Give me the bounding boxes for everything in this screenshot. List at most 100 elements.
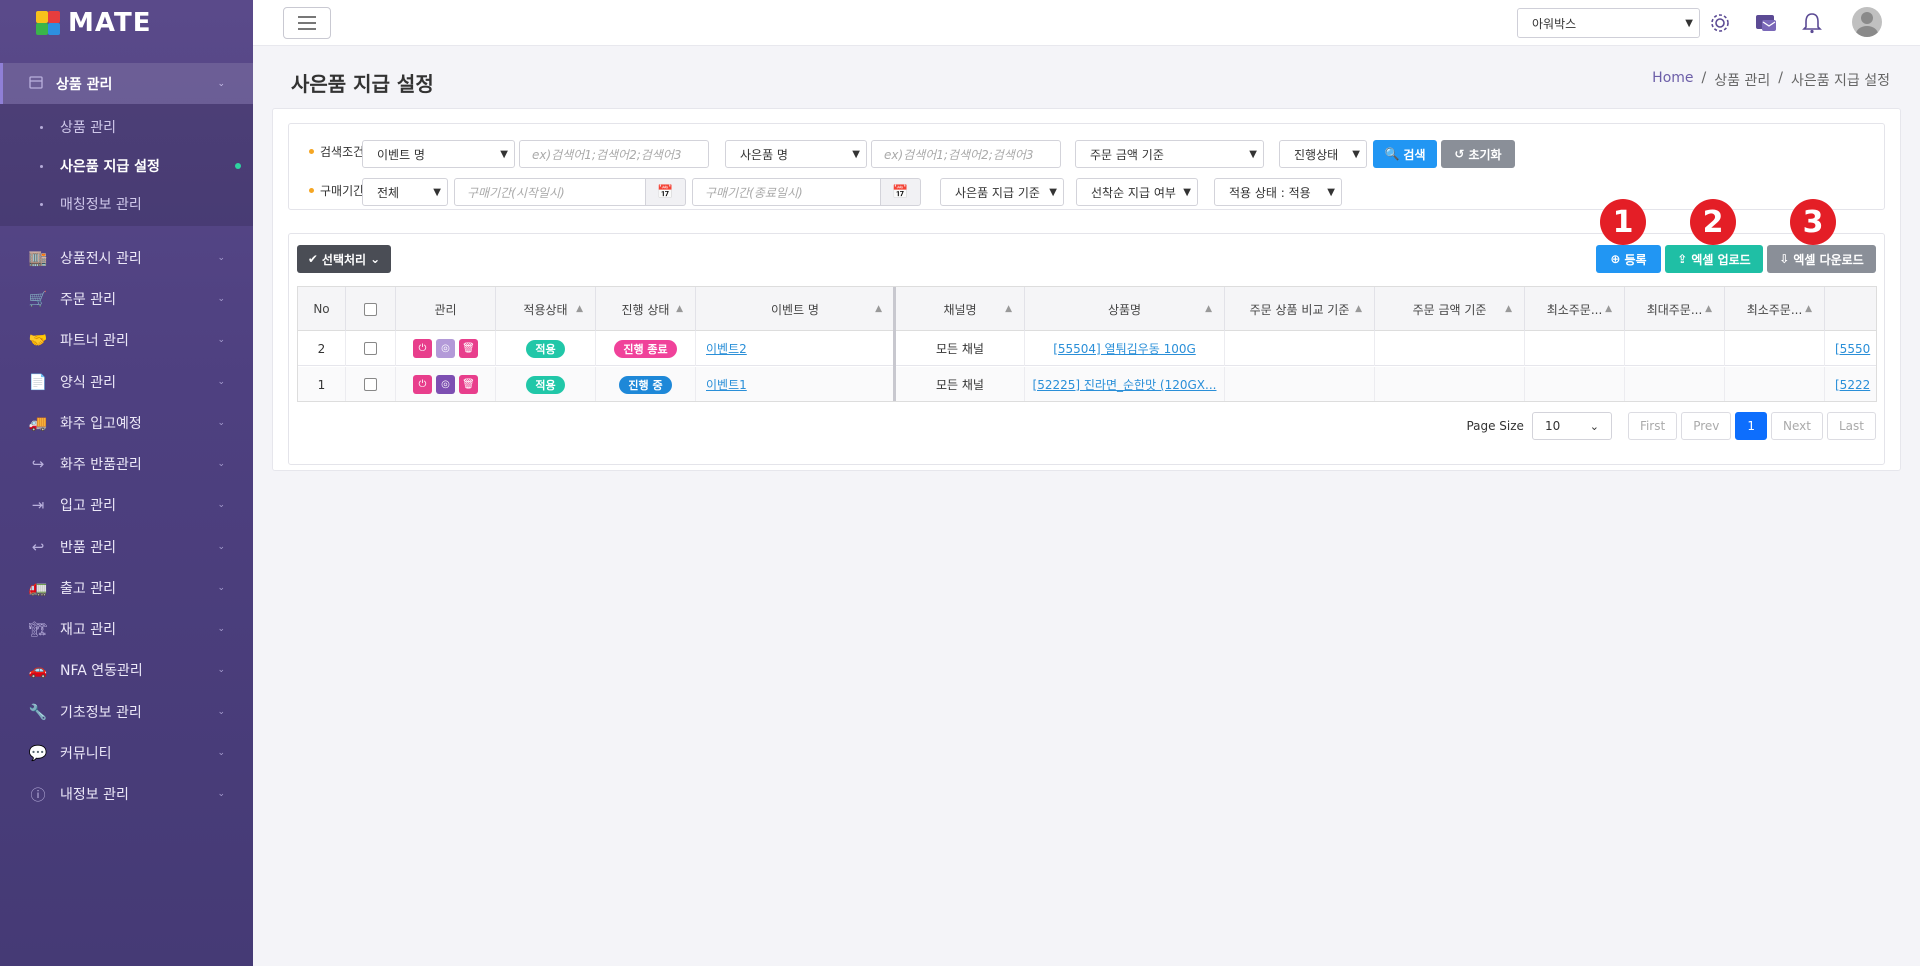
- gift-keyword-input[interactable]: ex)검색어1;검색어2;검색어3: [871, 140, 1061, 168]
- column-min-order[interactable]: 최소주문... ▲: [1525, 287, 1625, 331]
- sidebar-item-partners[interactable]: 🤝 파트너 관리 ⌄: [0, 322, 253, 358]
- column-event-name[interactable]: 이벤트 명 ▲: [696, 287, 895, 331]
- sidebar-subitem-matching-info[interactable]: 매칭정보 관리: [0, 185, 253, 223]
- sidebar-item-inbound-schedule[interactable]: 🚚 화주 입고예정 ⌄: [0, 405, 253, 441]
- column-max-order[interactable]: 최대주문... ▲: [1625, 287, 1725, 331]
- bell-icon[interactable]: [1799, 10, 1825, 36]
- end-date-input[interactable]: 구매기간(종료일시): [692, 178, 881, 206]
- message-icon[interactable]: [1753, 10, 1779, 36]
- excel-download-button[interactable]: ⇩ 엑셀 다운로드: [1767, 245, 1876, 273]
- excel-upload-label: 엑셀 업로드: [1691, 252, 1751, 267]
- calendar-icon[interactable]: 📅: [646, 178, 686, 206]
- sidebar-item-owner-returns[interactable]: ↪ 화주 반품관리 ⌄: [0, 446, 253, 482]
- select-value: 적용 상태 : 적용: [1229, 185, 1311, 200]
- calendar-icon[interactable]: 📅: [881, 178, 921, 206]
- column-order-amount[interactable]: 주문 금액 기준 ▲: [1375, 287, 1525, 331]
- page-button-current[interactable]: 1: [1735, 412, 1768, 440]
- column-apply-status[interactable]: 적용상태 ▲: [496, 287, 596, 331]
- product-link[interactable]: [55504] 열퉈김우동 100G: [1053, 340, 1196, 357]
- sort-icon[interactable]: ▲: [1355, 304, 1362, 314]
- sort-icon[interactable]: ▲: [1205, 304, 1212, 314]
- sort-icon[interactable]: ▲: [1705, 304, 1712, 314]
- register-button[interactable]: ⊕ 등록: [1596, 245, 1661, 273]
- sidebar-item-forms[interactable]: 📄 양식 관리 ⌄: [0, 364, 253, 400]
- settings-icon[interactable]: ◎: [436, 375, 455, 394]
- select-all-checkbox[interactable]: [364, 302, 377, 316]
- order-amount-select[interactable]: 주문 금액 기준 ▼: [1075, 140, 1264, 168]
- product-link[interactable]: [52225] 진라면_순한맛 (120GX...: [1033, 376, 1217, 393]
- row-checkbox[interactable]: [364, 378, 377, 391]
- gift-field-select[interactable]: 사은품 명 ▼: [725, 140, 867, 168]
- power-icon[interactable]: ⏻: [413, 375, 432, 394]
- row-checkbox[interactable]: [364, 342, 377, 355]
- product-link[interactable]: [5222: [1835, 378, 1870, 392]
- event-keyword-input[interactable]: ex)검색어1;검색어2;검색어3: [519, 140, 709, 168]
- gear-icon[interactable]: [1707, 10, 1733, 36]
- column-progress-status[interactable]: 진행 상태 ▲: [596, 287, 696, 331]
- power-icon[interactable]: ⏻: [413, 339, 432, 358]
- page-size-select[interactable]: 10 ⌄: [1531, 412, 1612, 440]
- column-min-order-2[interactable]: 최소주문... ▲: [1725, 287, 1825, 331]
- sidebar-item-orders[interactable]: 🛒 주문 관리 ⌄: [0, 281, 253, 317]
- event-link[interactable]: 이벤트1: [706, 376, 747, 393]
- event-field-select[interactable]: 이벤트 명 ▼: [362, 140, 515, 168]
- column-product[interactable]: 상품명 ▲: [1025, 287, 1225, 331]
- progress-status-select[interactable]: 진행상태 ▼: [1279, 140, 1367, 168]
- cell-min-order: [1525, 331, 1625, 366]
- page-title: 사은품 지급 설정: [291, 72, 434, 96]
- prev-page-button[interactable]: Prev: [1681, 412, 1732, 440]
- column-no[interactable]: No: [298, 287, 346, 331]
- sidebar-item-product-management[interactable]: 상품 관리 ⌄: [0, 63, 253, 104]
- sort-icon[interactable]: ▲: [576, 304, 583, 314]
- sidebar-item-inventory[interactable]: 🏗 재고 관리 ⌄: [0, 611, 253, 647]
- sort-icon[interactable]: ▲: [875, 304, 882, 314]
- excel-upload-button[interactable]: ⇪ 엑셀 업로드: [1665, 245, 1763, 273]
- sidebar-item-returns[interactable]: ↩ 반품 관리 ⌄: [0, 529, 253, 565]
- breadcrumb-home-link[interactable]: Home: [1652, 70, 1693, 90]
- sidebar-item-my-info[interactable]: ⓘ 내정보 관리 ⌄: [0, 776, 253, 812]
- last-page-button[interactable]: Last: [1827, 412, 1876, 440]
- column-label: 채널명: [943, 302, 977, 317]
- avatar[interactable]: [1852, 7, 1882, 37]
- company-select[interactable]: 아워박스 ▼: [1517, 8, 1700, 38]
- first-page-button[interactable]: First: [1627, 412, 1678, 440]
- search-button[interactable]: 🔍 검색: [1373, 140, 1437, 168]
- sort-icon[interactable]: ▲: [1805, 304, 1812, 314]
- column-order-compare[interactable]: 주문 상품 비교 기준 ▲: [1225, 287, 1375, 331]
- batch-action-button[interactable]: ✔ 선택처리 ⌄: [297, 245, 391, 273]
- sidebar-item-label: 출고 관리: [60, 581, 116, 597]
- start-date-input[interactable]: 구매기간(시작일시): [454, 178, 646, 206]
- logo[interactable]: MATE: [0, 0, 253, 46]
- sort-icon[interactable]: ▲: [1505, 304, 1512, 314]
- column-channel[interactable]: 채널명 ▲: [896, 287, 1025, 331]
- exit-icon: ↪: [31, 455, 45, 473]
- select-value: 이벤트 명: [377, 147, 425, 162]
- sidebar-item-inbound[interactable]: ⇥ 입고 관리 ⌄: [0, 487, 253, 523]
- product-link[interactable]: [5550: [1835, 342, 1870, 356]
- apply-status-select[interactable]: 적용 상태 : 적용 ▼: [1214, 178, 1342, 206]
- cell-progress-status: 진행 중: [596, 367, 696, 401]
- breadcrumb-item[interactable]: 상품 관리: [1714, 70, 1770, 90]
- sort-icon[interactable]: ▲: [676, 304, 683, 314]
- sidebar-subitem-products[interactable]: 상품 관리: [0, 108, 253, 146]
- gift-settings-table: No 관리 적용상태 ▲ 진행 상태 ▲ 이벤트 명 ▲ 채널명 ▲ 상품명 ▲ 주문 상…: [297, 286, 1877, 402]
- sidebar-item-display[interactable]: 🏬 상품전시 관리 ⌄: [0, 240, 253, 276]
- menu-toggle-button[interactable]: [283, 7, 331, 39]
- trash-icon[interactable]: 🗑: [459, 375, 478, 394]
- sort-icon[interactable]: ▲: [1005, 304, 1012, 314]
- reset-button[interactable]: ↺ 초기화: [1441, 140, 1515, 168]
- sidebar-subitem-gift-settings[interactable]: 사은품 지급 설정: [0, 147, 253, 185]
- settings-icon[interactable]: ◎: [436, 339, 455, 358]
- sidebar-item-outbound[interactable]: 🚛 출고 관리 ⌄: [0, 570, 253, 606]
- next-page-button[interactable]: Next: [1771, 412, 1823, 440]
- event-link[interactable]: 이벤트2: [706, 340, 747, 357]
- gift-basis-select[interactable]: 사은품 지급 기준 ▼: [940, 178, 1064, 206]
- sidebar-item-nfa[interactable]: 🚗 NFA 연동관리 ⌄: [0, 652, 253, 688]
- trash-icon[interactable]: 🗑: [459, 339, 478, 358]
- sort-icon[interactable]: ▲: [1605, 304, 1612, 314]
- sidebar-item-community[interactable]: 💬 커뮤니티 ⌄: [0, 735, 253, 771]
- sidebar-item-base-info[interactable]: 🔧 기초정보 관리 ⌄: [0, 694, 253, 730]
- first-come-select[interactable]: 선착순 지급 여부 ▼: [1076, 178, 1198, 206]
- period-select[interactable]: 전체 ▼: [362, 178, 448, 206]
- annotation-marker-1: 1: [1600, 199, 1646, 245]
